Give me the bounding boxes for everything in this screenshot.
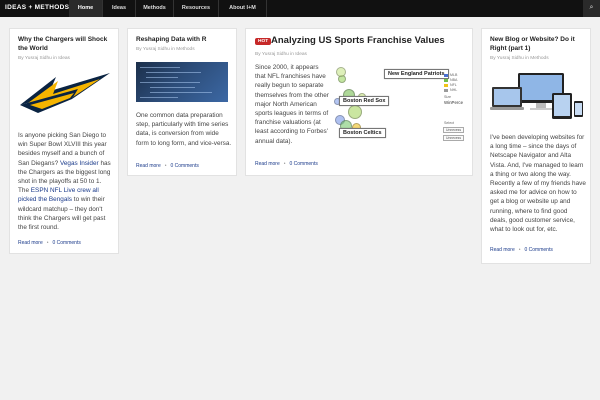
bullet-separator: • [164,163,167,169]
hot-badge: HOT [255,38,272,45]
author-link[interactable]: Yusraj Sidhu [143,47,170,52]
label-boston-celtics: Boston Celtics [339,128,386,138]
author-link[interactable]: Yusraj Sidhu [262,52,289,57]
nav-divider [266,0,267,17]
category-link[interactable]: Methods [530,56,548,61]
comments-link[interactable]: 0 Comments [525,247,553,253]
meta-in: in [171,47,175,52]
post-card-chargers: Why the Chargers will Shock the World By… [9,28,119,254]
size-label: Size [444,95,451,99]
post-excerpt: Is anyone picking San Diego to win Super… [18,131,114,232]
top-navigation-bar: IDEAS + METHODS Home Ideas Methods Resou… [0,0,600,17]
read-more-link[interactable]: Read more [136,163,161,169]
site-logo[interactable]: IDEAS + METHODS [5,4,69,11]
select-option[interactable]: Unnecess [443,127,465,133]
meta-prefix: By [255,52,261,57]
read-more-link[interactable]: Read more [18,240,43,246]
select-label: Select [444,121,454,125]
comments-link[interactable]: 0 Comments [53,240,81,246]
code-screenshot-image[interactable] [136,62,228,102]
category-link[interactable]: Methods [176,47,194,52]
category-link[interactable]: Ideas [58,56,70,61]
post-excerpt: Since 2000, it appears that NFL franchis… [255,64,329,145]
comments-link[interactable]: 0 Comments [290,161,318,167]
nav-resources[interactable]: Resources [174,0,218,17]
post-footer: Read more • 0 Comments [136,163,199,169]
bullet-separator: • [46,240,49,246]
franchise-bubble-chart[interactable]: New England Patriots Boston Red Sox Bost… [334,65,470,145]
author-link[interactable]: Yusraj Sidhu [25,56,52,61]
nav-ideas[interactable]: Ideas [103,0,135,17]
lightning-bolt-logo-icon[interactable] [18,69,112,125]
meta-in: in [525,56,529,61]
select-option[interactable]: Unnecess [443,135,465,141]
post-title[interactable]: Analyzing US Sports Franchise Values [271,35,445,46]
search-icon: ⌕ [589,4,594,11]
category-link[interactable]: Ideas [295,52,307,57]
post-excerpt: One common data preparation step, partic… [136,112,232,147]
chart-bubble [348,105,362,119]
post-title[interactable]: Reshaping Data with R [136,35,232,44]
bullet-separator: • [518,247,521,253]
meta-in: in [53,56,57,61]
post-card-reshaping: Reshaping Data with R By Yusraj Sidhu in… [127,28,237,176]
vegas-insider-link[interactable]: Vegas Insider [60,160,99,167]
size-selector[interactable]: WinPerce [444,100,463,105]
post-footer: Read more • 0 Comments [490,247,553,253]
post-excerpt: I've been developing websites for a long… [490,134,586,234]
nav-methods[interactable]: Methods [136,0,173,17]
post-meta: By Yusraj Sidhu in Methods [136,47,195,52]
meta-prefix: By [136,47,142,52]
author-link[interactable]: Yusraj Sidhu [497,56,524,61]
nav-about[interactable]: About I+M [219,0,266,17]
featured-post-card: HOT Analyzing US Sports Franchise Values… [245,28,473,176]
search-button[interactable]: ⌕ [583,0,600,17]
bullet-separator: • [283,161,286,167]
post-title[interactable]: New Blog or Website? Do it Right (part 1… [490,35,586,53]
post-footer: Read more • 0 Comments [18,240,81,246]
post-meta: By Yusraj Sidhu in Methods [490,56,549,61]
post-meta: By Yusraj Sidhu in Ideas [18,56,70,61]
label-boston-red-sox: Boston Red Sox [339,96,390,106]
meta-in: in [290,52,294,57]
label-new-england-patriots: New England Patriots [384,69,449,79]
chart-bubble [336,67,346,77]
chart-legend: MLB NBA NFL NHL [444,73,457,93]
post-footer: Read more • 0 Comments [255,161,318,167]
read-more-link[interactable]: Read more [490,247,515,253]
nav-home[interactable]: Home [69,0,102,17]
post-meta: By Yusraj Sidhu in Ideas [255,52,307,57]
responsive-devices-image-icon[interactable] [490,73,584,123]
legend-item: NHL [444,88,457,93]
comments-link[interactable]: 0 Comments [171,163,199,169]
meta-prefix: By [490,56,496,61]
post-title[interactable]: Why the Chargers will Shock the World [18,35,114,53]
meta-prefix: By [18,56,24,61]
post-card-new-blog: New Blog or Website? Do it Right (part 1… [481,28,591,264]
read-more-link[interactable]: Read more [255,161,280,167]
